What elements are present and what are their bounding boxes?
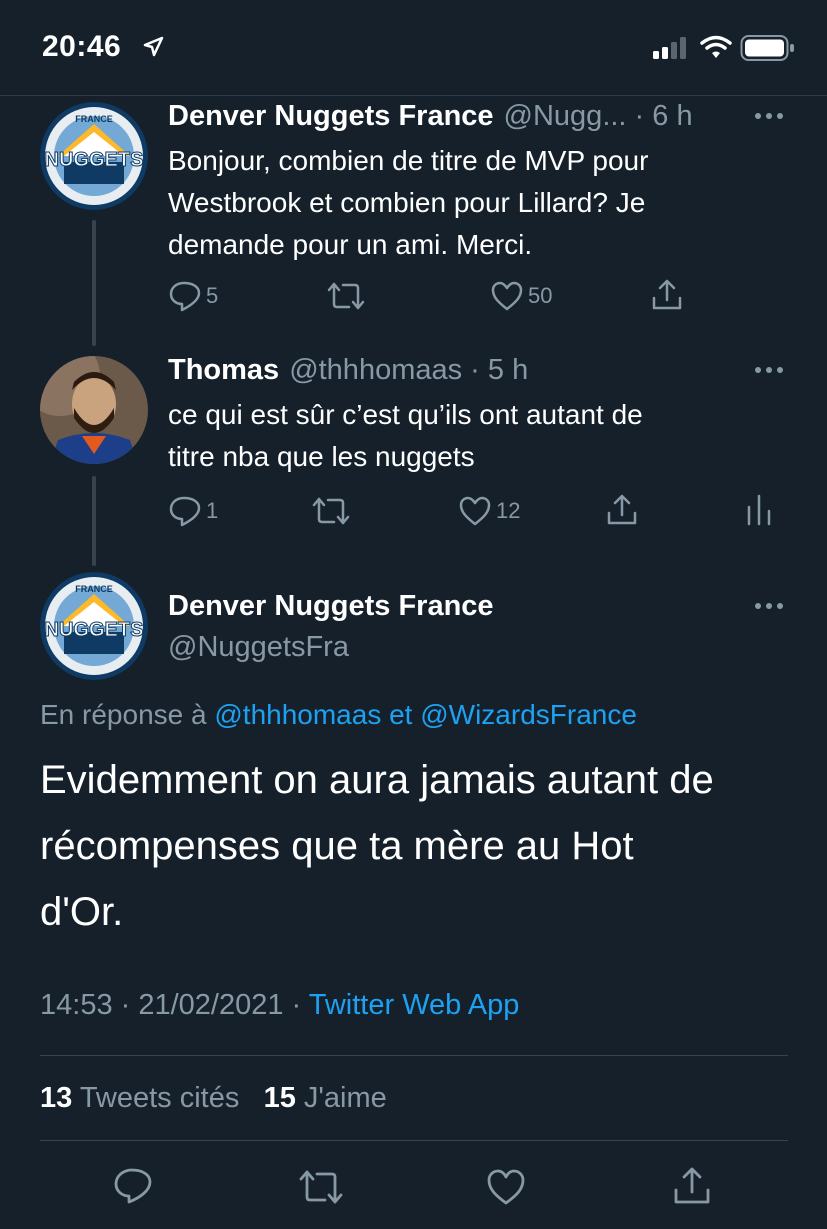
analytics-button[interactable] [744,493,774,527]
share-icon [674,1167,710,1204]
thread-line [92,476,96,566]
logo-word: NUGGETS [45,619,144,641]
signal-icon [653,37,686,59]
like-count: 12 [496,498,521,523]
reply-button[interactable]: 1 [168,495,218,527]
reply-button[interactable]: 5 [168,280,218,312]
tweet-meta: 14:53 · 21/02/2021 · Twitter Web App [40,989,519,1022]
avatar[interactable]: FRANCE NUGGETS [40,572,148,680]
profile-photo [40,356,148,464]
quote-label: Tweets cités [79,1082,240,1114]
reply-icon [169,496,201,527]
like-label: J'aime [303,1082,387,1114]
retweet-icon [312,497,350,525]
avatar[interactable]: FRANCE NUGGETS [40,102,148,210]
like-button[interactable]: 12 [458,495,520,527]
battery-icon [740,35,794,61]
reply-to-users[interactable]: @thhhomaas et @WizardsFrance [214,699,637,730]
retweet-button[interactable] [312,495,350,527]
quote-stat[interactable]: 13 Tweets cités [40,1082,247,1114]
tweet-2[interactable]: Thomas @thhhomaas · 5 h ce qui est sûr c… [0,346,827,566]
main-share-button[interactable] [672,1166,712,1211]
like-count: 15 [263,1082,296,1114]
logo-top-text: FRANCE [75,114,113,124]
tweet-text: Bonjour, combien de titre de MVP pour We… [168,140,788,266]
tweet-timestamp: 14:53 · 21/02/2021 · [40,989,302,1021]
tweet-text-line: d'Or. [40,890,124,934]
tweet-text-line: titre nba que les nuggets [168,441,475,472]
analytics-icon [747,494,771,526]
status-time: 20:46 [42,30,122,63]
heart-icon [491,281,523,311]
reply-icon [114,1168,152,1204]
main-like-button[interactable] [486,1168,526,1211]
tweet-text-line: Evidemment on aura jamais autant de [40,758,714,802]
tweet-1[interactable]: FRANCE NUGGETS Denver Nuggets France @Nu… [0,96,827,346]
tweet-text-line: ce qui est sûr c’est qu’ils ont autant d… [168,399,643,430]
main-reply-button[interactable] [113,1167,153,1210]
tweet-text: ce qui est sûr c’est qu’ils ont autant d… [168,394,788,478]
more-options-icon[interactable] [752,108,786,124]
tweet-text: Evidemment on aura jamais autant de réco… [40,747,800,945]
reply-prefix: En réponse à [40,699,207,730]
reply-count: 1 [206,498,219,523]
tweet-source[interactable]: Twitter Web App [309,989,520,1021]
main-tweet: FRANCE NUGGETS Denver Nuggets France @Nu… [0,566,827,1229]
author-handle[interactable]: @NuggetsFra [168,631,349,664]
logo-top-text: FRANCE [75,584,113,594]
tweet-text-line: récompenses que ta mère au Hot [40,824,634,868]
share-icon [652,279,682,310]
reply-icon [169,281,201,312]
tweet-text-line: demande pour un ami. Merci. [168,229,533,260]
logo-word: NUGGETS [45,149,144,171]
like-stat[interactable]: 15 J'aime [264,1082,387,1114]
retweet-button[interactable] [327,280,365,312]
stats-divider-top [40,1055,788,1056]
main-retweet-button[interactable] [298,1168,344,1211]
share-button[interactable] [605,493,639,527]
share-icon [607,494,637,525]
reply-context: En réponse à @thhhomaas et @WizardsFranc… [40,699,637,731]
reply-count: 5 [206,283,219,308]
avatar[interactable] [40,356,148,464]
author-name[interactable]: Denver Nuggets France [168,590,494,623]
nuggets-france-logo: FRANCE NUGGETS [40,102,148,210]
thread-line [92,220,96,346]
quote-count: 13 [40,1082,73,1114]
wifi-icon [700,35,732,58]
more-options-icon[interactable] [752,598,786,614]
location-arrow-icon [143,36,164,57]
tweet-text-line: Westbrook et combien pour Lillard? Je [168,187,646,218]
nuggets-france-logo: FRANCE NUGGETS [40,572,148,680]
more-options-icon[interactable] [752,362,786,378]
author-name[interactable]: Denver Nuggets France [168,100,494,133]
tweet-stats: 13 Tweets cités 15 J'aime [40,1082,387,1115]
author-name[interactable]: Thomas [168,354,279,387]
author-handle-time[interactable]: @Nugg... · 6 h [504,100,693,133]
author-handle-time[interactable]: @thhhomaas · 5 h [289,354,528,387]
tweet-header: Thomas @thhhomaas · 5 h [168,354,528,387]
heart-icon [487,1169,525,1205]
retweet-icon [299,1170,343,1204]
stats-divider-bottom [40,1140,788,1141]
tweet-text-line: Bonjour, combien de titre de MVP pour [168,145,649,176]
share-button[interactable] [650,278,684,312]
like-count: 50 [528,283,553,308]
status-bar: 20:46 [0,0,827,95]
like-button[interactable]: 50 [490,280,552,312]
retweet-icon [327,282,365,310]
heart-icon [459,496,491,526]
tweet-header: Denver Nuggets France @Nugg... · 6 h [168,100,693,133]
